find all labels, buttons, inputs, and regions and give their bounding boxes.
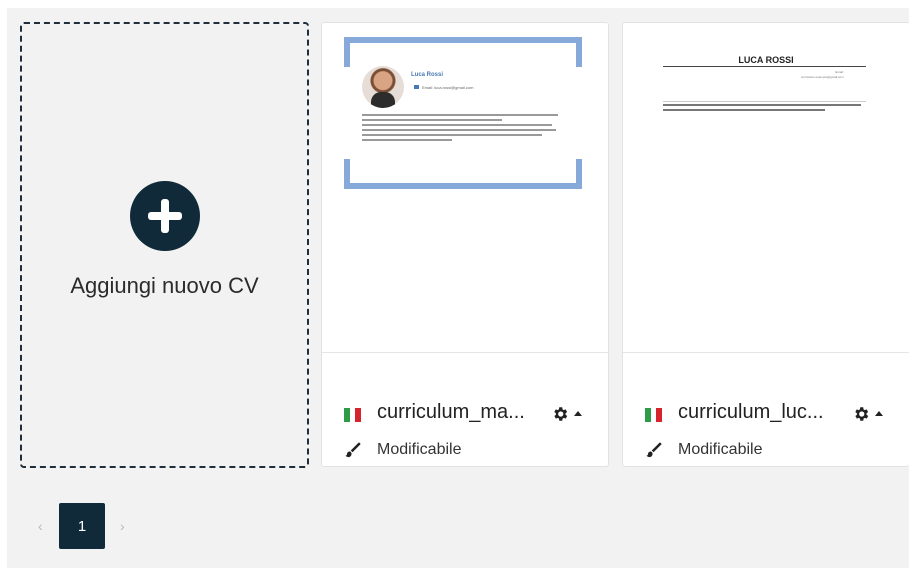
pagination-page-current[interactable]: 1 bbox=[59, 503, 105, 549]
gear-icon[interactable] bbox=[852, 405, 870, 423]
preview-email: Email: curriculum.esempio@gmail.com bbox=[801, 70, 844, 79]
caret-up-icon[interactable] bbox=[875, 411, 883, 416]
paint-brush-icon bbox=[646, 442, 662, 458]
paint-brush-icon bbox=[345, 442, 361, 458]
italian-flag-icon bbox=[344, 408, 362, 422]
plus-icon[interactable] bbox=[129, 181, 200, 251]
preview-name: Luca Rossi bbox=[411, 72, 444, 78]
cv-card-footer: curriculum_ma... Modificabile bbox=[322, 353, 608, 466]
italian-flag-icon bbox=[645, 408, 663, 422]
preview-frame-top bbox=[344, 37, 582, 67]
mail-icon bbox=[414, 85, 419, 89]
cv-card[interactable]: Luca Rossi Email: luca.rossi@gmail.com c… bbox=[321, 22, 609, 467]
add-new-cv-label: Aggiungi nuovo CV bbox=[70, 273, 259, 298]
add-new-cv-card[interactable]: Aggiungi nuovo CV bbox=[20, 22, 309, 468]
preview-body-text bbox=[663, 104, 861, 114]
caret-up-icon[interactable] bbox=[574, 411, 582, 416]
pagination-prev-button[interactable]: ‹ bbox=[38, 518, 43, 534]
cv-status: Modificabile bbox=[678, 441, 763, 458]
preview-name: LUCA ROSSI bbox=[738, 55, 794, 65]
preview-email: Email: luca.rossi@gmail.com bbox=[422, 85, 474, 90]
preview-body-text bbox=[362, 114, 562, 144]
cv-filename[interactable]: curriculum_luc... bbox=[678, 401, 824, 424]
cv-preview-thumbnail[interactable]: LUCA ROSSI Email: curriculum.esempio@gma… bbox=[623, 23, 909, 353]
cv-card-footer: curriculum_luc... Modificabile bbox=[623, 353, 909, 466]
cv-status: Modificabile bbox=[377, 441, 462, 458]
cv-preview-thumbnail[interactable]: Luca Rossi Email: luca.rossi@gmail.com bbox=[322, 23, 608, 353]
gear-icon[interactable] bbox=[551, 405, 569, 423]
cv-card[interactable]: LUCA ROSSI Email: curriculum.esempio@gma… bbox=[622, 22, 909, 467]
pagination-next-button[interactable]: › bbox=[120, 518, 125, 534]
cv-filename[interactable]: curriculum_ma... bbox=[377, 401, 525, 424]
profile-photo bbox=[362, 66, 404, 108]
preview-divider bbox=[663, 101, 866, 102]
preview-frame-bottom bbox=[344, 159, 582, 189]
preview-divider bbox=[663, 66, 866, 67]
